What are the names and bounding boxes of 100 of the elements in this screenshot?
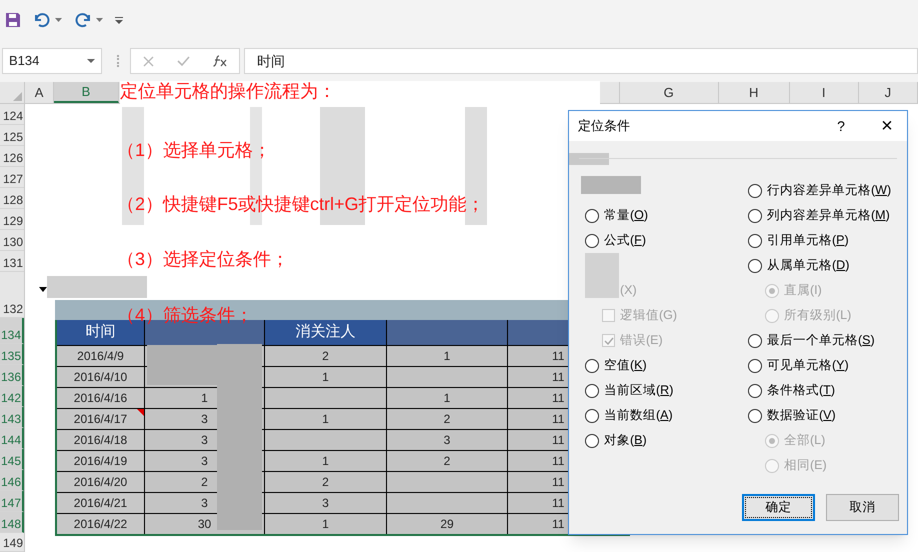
table-cell: 2016/4/19 — [57, 451, 145, 471]
note-step: （1）选择单元格； — [117, 137, 272, 164]
option-label: 公式(F) — [604, 232, 646, 250]
row-header[interactable]: 147 — [0, 491, 24, 512]
row-header[interactable]: 135 — [0, 344, 24, 365]
table-cell: 3 — [387, 430, 508, 450]
option-label: 逻辑值(G) — [620, 307, 678, 324]
row-header[interactable]: 130 — [0, 230, 24, 251]
pixelated-area — [569, 153, 609, 165]
cell-reference: B134 — [9, 52, 40, 70]
table-cell: 2 — [387, 451, 508, 471]
undo-icon[interactable] — [33, 12, 51, 28]
column-header[interactable]: I — [790, 82, 859, 103]
table-cell: 1 — [265, 514, 387, 534]
table-cell: 3 — [265, 493, 387, 513]
column-header[interactable]: B — [54, 82, 119, 103]
table-cell: 2016/4/16 — [57, 388, 145, 408]
radio-button[interactable] — [585, 434, 599, 448]
comment-marker — [137, 409, 144, 416]
option-label: 列内容差异单元格(M) — [767, 207, 890, 224]
row-header[interactable]: 145 — [0, 449, 24, 470]
table-cell: 1 — [387, 388, 508, 408]
radio-button[interactable] — [748, 234, 762, 248]
table-cell: 1 — [387, 346, 508, 366]
row-header[interactable]: 136 — [0, 365, 24, 386]
radio-button[interactable] — [748, 184, 762, 198]
caret-icon[interactable] — [87, 59, 95, 63]
row-header[interactable]: 142 — [0, 386, 24, 407]
radio-button[interactable] — [585, 408, 599, 422]
radio-button[interactable] — [585, 358, 599, 372]
table-cell: 1 — [265, 367, 387, 387]
radio-button[interactable] — [748, 258, 762, 272]
note-step: （3）选择定位条件； — [117, 246, 290, 273]
radio-button[interactable] — [748, 208, 762, 222]
row-header[interactable]: 149 — [0, 533, 24, 552]
option-label: 常量(O) — [604, 207, 648, 224]
radio-button[interactable] — [748, 408, 762, 422]
row-header[interactable]: 148 — [0, 512, 24, 533]
dialog-title: 定位条件 — [578, 117, 631, 136]
dialog-button[interactable]: 确定 — [742, 494, 815, 521]
option-label: 行内容差异单元格(W) — [767, 182, 892, 200]
option-label: 条件格式(T) — [767, 382, 835, 400]
option-label: 相同(E) — [784, 457, 827, 474]
row-header[interactable]: 127 — [0, 167, 24, 188]
header-cell: 消关注人 — [265, 320, 387, 345]
column-header[interactable]: H — [718, 82, 790, 103]
table-cell: 29 — [387, 514, 508, 534]
note-title: 定位单元格的操作流程为： — [120, 80, 336, 103]
radio-button[interactable] — [585, 208, 599, 222]
table-cell: 1 — [265, 451, 387, 471]
radio-button[interactable] — [748, 334, 762, 348]
formula-text: 时间 — [257, 52, 285, 70]
row-header[interactable]: 125 — [0, 125, 24, 146]
table-cell: 2016/4/22 — [57, 514, 145, 534]
option-label: 可见单元格(Y) — [767, 357, 849, 374]
row-header[interactable]: 128 — [0, 188, 24, 209]
row-header[interactable]: 144 — [0, 428, 24, 449]
table-cell: 2 — [387, 409, 508, 429]
table-cell: 2016/4/20 — [57, 472, 145, 492]
row-header[interactable]: 126 — [0, 146, 24, 167]
table-cell: 2 — [265, 346, 387, 366]
option-label: 引用单元格(P) — [767, 232, 849, 250]
table-cell: 2 — [265, 472, 387, 492]
function-icon[interactable] — [212, 55, 228, 67]
column-header[interactable]: G — [620, 82, 719, 103]
option-label: 直属(I) — [784, 282, 822, 300]
radio-button[interactable] — [585, 384, 599, 398]
row-header[interactable]: 129 — [0, 209, 24, 230]
radio-button[interactable] — [585, 234, 599, 248]
row-header[interactable]: 131 — [0, 251, 24, 272]
name-box[interactable]: B134 — [2, 48, 102, 74]
option-label: 数据验证(V) — [767, 407, 836, 424]
table-cell: 1 — [265, 409, 387, 429]
column-header[interactable]: J — [858, 82, 918, 103]
customize-icon[interactable] — [115, 16, 123, 24]
option-label: 所有级别(L) — [784, 307, 852, 324]
option-label: 从属单元格(D) — [767, 257, 850, 274]
option-label: 最后一个单元格(S) — [767, 332, 875, 350]
option-label: 全部(L) — [784, 432, 826, 450]
row-header[interactable]: 146 — [0, 470, 24, 491]
caret-icon[interactable] — [96, 18, 103, 22]
close-button[interactable]: × — [877, 116, 897, 136]
redo-icon[interactable] — [74, 12, 92, 28]
row-header[interactable]: 124 — [0, 104, 24, 125]
dialog-button[interactable]: 取消 — [826, 494, 899, 521]
note-step: （2）快捷键F5或快捷键ctrl+G打开定位功能； — [117, 191, 485, 218]
help-button[interactable]: ? — [831, 116, 851, 136]
radio-button[interactable] — [748, 384, 762, 398]
option-label: (X) — [620, 282, 637, 300]
formula-field[interactable]: 时间 — [244, 48, 918, 74]
row-header[interactable]: 143 — [0, 407, 24, 428]
table-cell: 2016/4/18 — [57, 430, 145, 450]
save-icon[interactable] — [5, 12, 21, 28]
check-icon[interactable] — [176, 56, 190, 66]
caret-icon[interactable] — [55, 18, 62, 22]
table-cell: 2016/4/10 — [57, 367, 145, 387]
radio-button[interactable] — [748, 358, 762, 372]
table-cell: 2016/4/17 — [57, 409, 145, 429]
pixelated-area — [581, 176, 641, 194]
row-header[interactable]: 134 — [0, 318, 24, 344]
